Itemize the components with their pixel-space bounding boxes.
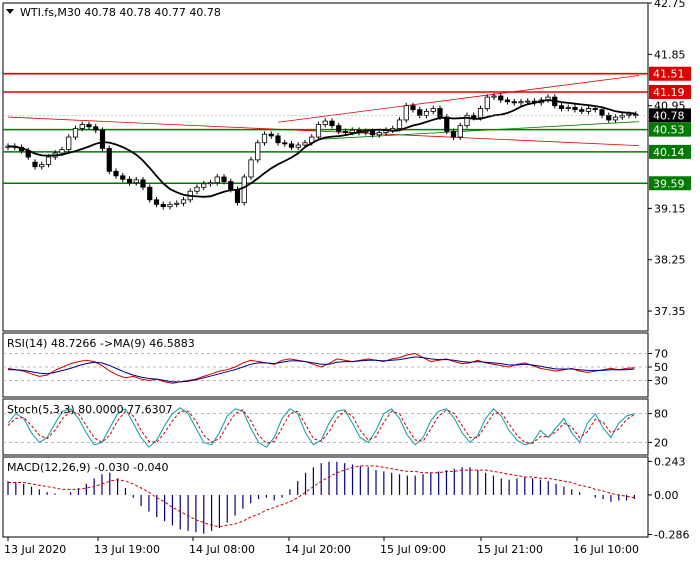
last-price-tag: 40.78 [649, 108, 691, 123]
macd-tick-label: -0.286 [654, 528, 689, 541]
level-tick-label: 20 [654, 436, 668, 449]
time-tick-label: 16 Jul 10:00 [573, 543, 639, 556]
level-tag-3: 40.14 [649, 144, 691, 159]
svg-text:40.14: 40.14 [653, 146, 685, 159]
candle [255, 139, 261, 163]
time-tick-label: 15 Jul 21:00 [477, 543, 543, 556]
macd-tick-label: 0.243 [654, 455, 686, 468]
svg-text:40.53: 40.53 [653, 124, 685, 137]
candle [99, 127, 106, 152]
chart-window: 42.75 41.85 40.95 39.15 38.25 37.35 41.51 41.19… [0, 0, 700, 560]
level-tick-label: 50 [654, 361, 668, 374]
svg-text:40.78: 40.78 [653, 109, 685, 122]
svg-text:41.51: 41.51 [653, 68, 685, 81]
svg-text:39.59: 39.59 [653, 177, 685, 190]
price-tick-label: 42.75 [654, 0, 686, 10]
level-tick-label: 70 [654, 348, 668, 361]
price-pane [2, 2, 649, 332]
candle [66, 134, 72, 153]
candle [315, 121, 322, 140]
price-header: WTI.fs,M30 40.78 40.78 40.77 40.78 [20, 6, 221, 19]
svg-text:41.19: 41.19 [653, 86, 685, 99]
candle [484, 94, 490, 112]
rsi-header: RSI(14) 48.7266 ->MA(9) 46.5883 [7, 337, 195, 350]
price-tick-label: 39.15 [654, 202, 686, 215]
level-tick-label: 30 [654, 375, 668, 388]
time-tick-label: 13 Jul 19:00 [94, 543, 160, 556]
time-tick-label: 15 Jul 09:00 [380, 543, 446, 556]
price-tick-label: 38.25 [654, 254, 686, 267]
price-tick-label: 41.85 [654, 48, 686, 61]
level-tag-1: 41.19 [649, 84, 691, 99]
price-tick-label: 37.35 [654, 305, 686, 318]
level-tag-2: 40.53 [649, 122, 691, 137]
time-tick-label: 14 Jul 20:00 [285, 543, 351, 556]
time-tick-label: 14 Jul 08:00 [189, 543, 255, 556]
candle [457, 122, 463, 140]
time-tick-label: 13 Jul 2020 [4, 543, 66, 556]
candle [106, 145, 112, 175]
candle [241, 174, 247, 206]
candle [147, 184, 153, 203]
level-tag-4: 39.59 [649, 176, 691, 191]
macd-header: MACD(12,26,9) -0.030 -0.040 [7, 461, 168, 474]
chart-svg: 42.7541.8540.9539.1538.2537.3541.5141.19… [2, 0, 691, 556]
stoch-header: Stoch(5,3,3) 80.0000 77.6307 [7, 403, 173, 416]
candle [403, 102, 409, 123]
level-tag-0: 41.51 [649, 66, 691, 81]
level-tick-label: 80 [654, 408, 668, 421]
candle [248, 157, 254, 180]
macd-tick-label: 0.00 [654, 489, 679, 502]
